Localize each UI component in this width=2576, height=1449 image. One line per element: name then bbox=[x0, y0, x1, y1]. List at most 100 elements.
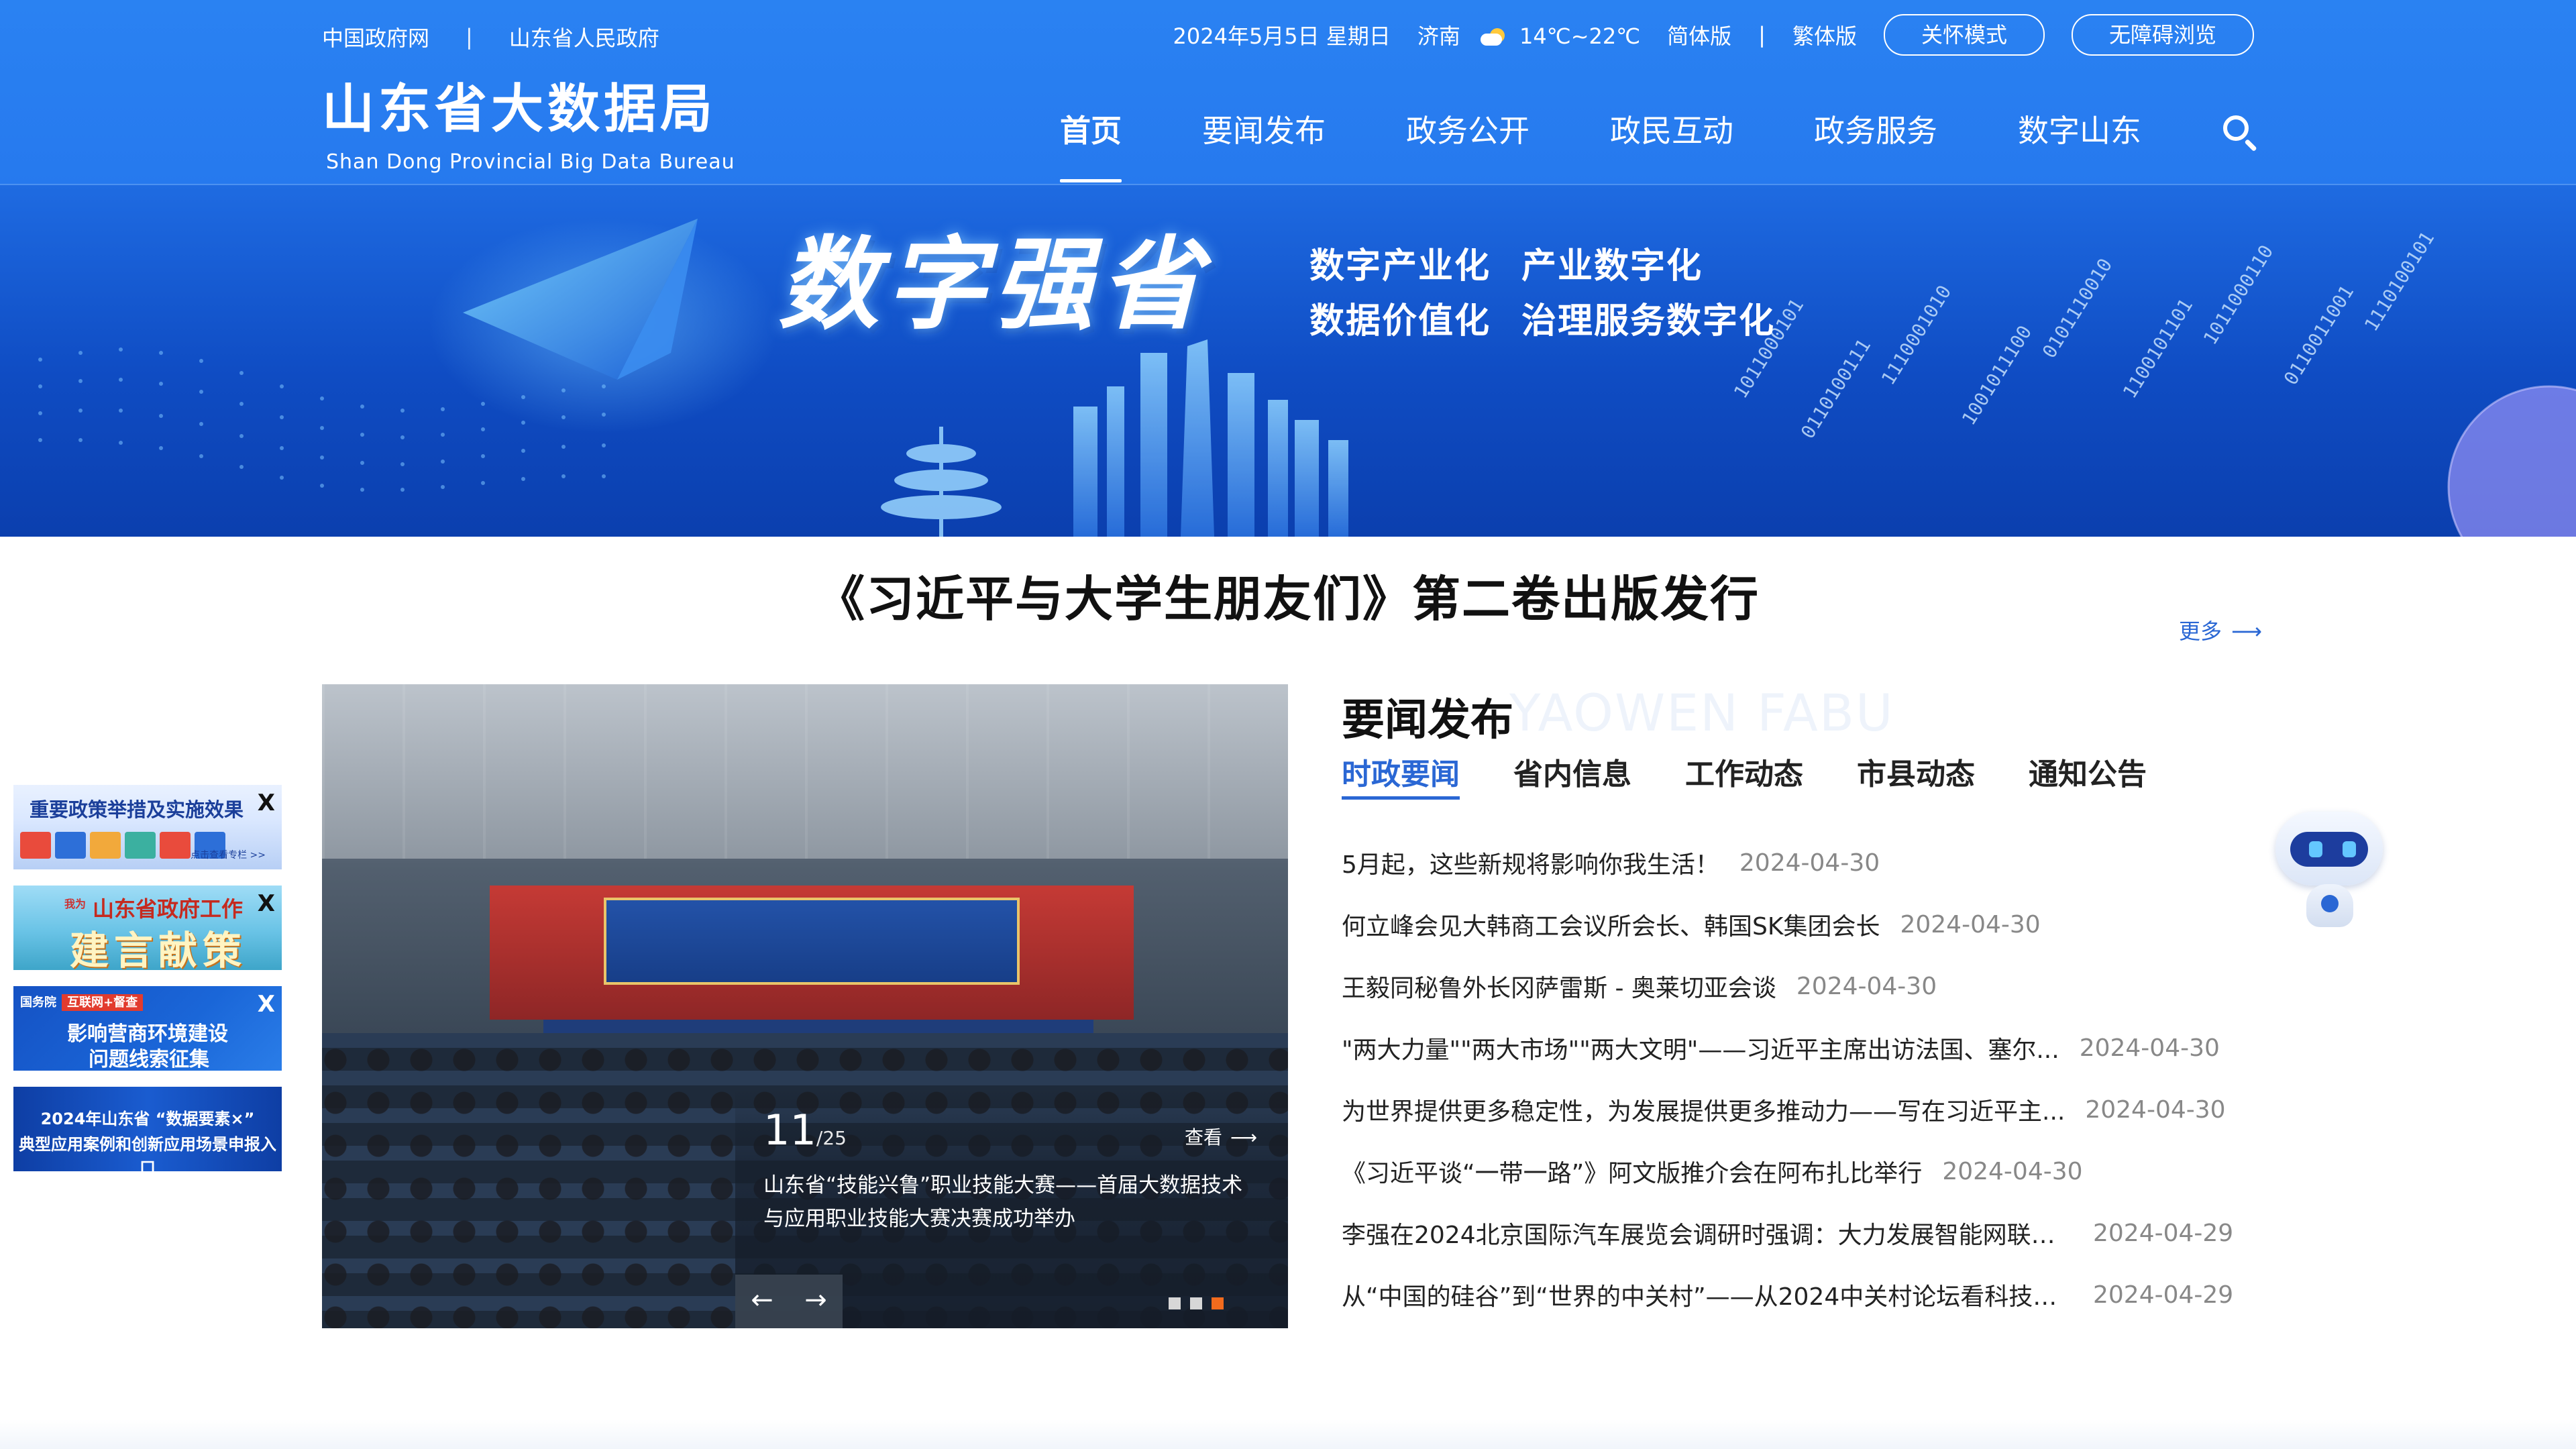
ad-title: 重要政策举措及实施效果 bbox=[30, 798, 244, 821]
link-shandong-gov[interactable]: 山东省人民政府 bbox=[509, 21, 659, 52]
ad-line-2: 问题线索征集 bbox=[89, 1048, 209, 1071]
robot-chest-logo bbox=[2321, 895, 2339, 912]
link-gov-cn[interactable]: 中国政府网 bbox=[322, 21, 429, 52]
ad-policy-effects[interactable]: 重要政策举措及实施效果 点击查看专栏 >> X bbox=[13, 785, 282, 869]
news-title-watermark: YAOWEN FABU bbox=[1509, 683, 1894, 743]
weather-widget: 济南 14℃~22℃ bbox=[1417, 19, 1640, 50]
more-link[interactable]: 更多 ⟶ bbox=[2179, 614, 2262, 645]
news-title: 要闻发布 bbox=[1342, 696, 1513, 745]
close-icon[interactable]: X bbox=[258, 993, 275, 1016]
news-item-title: "两大力量""两大市场""两大文明"——习近平主席出访法国、塞尔... bbox=[1342, 1036, 2059, 1064]
close-icon[interactable]: X bbox=[258, 892, 275, 915]
arrow-right-icon: ⟶ bbox=[1230, 1126, 1258, 1148]
close-icon[interactable]: X bbox=[258, 792, 275, 814]
svg-text:0101110010: 0101110010 bbox=[2038, 254, 2116, 362]
partly-cloudy-icon bbox=[1479, 27, 1510, 48]
ad-tag-badge: 互联网+督查 bbox=[62, 994, 144, 1011]
carousel-dot[interactable] bbox=[1169, 1297, 1181, 1309]
news-item-date: 2024-04-30 bbox=[2079, 1034, 2220, 1062]
main-navigation: 首页 要闻发布 政务公开 政民互动 政务服务 数字山东 bbox=[1060, 107, 2222, 185]
search-icon[interactable] bbox=[2220, 113, 2258, 152]
banner-line-item: 治理服务数字化 bbox=[1521, 301, 1776, 341]
nav-gov-affairs-public[interactable]: 政务公开 bbox=[1406, 107, 1529, 185]
banner-line-item: 数字产业化 bbox=[1309, 246, 1491, 286]
bottom-band bbox=[0, 1419, 2576, 1449]
carousel-dot[interactable] bbox=[1212, 1297, 1224, 1309]
tab-work-updates[interactable]: 工作动态 bbox=[1685, 750, 1803, 804]
simplified-chinese-link[interactable]: 简体版 bbox=[1667, 19, 1731, 50]
news-item-title: 何立峰会见大韩商工会议所会长、韩国SK集团会长 bbox=[1342, 913, 1880, 941]
carousel-photo-ceiling bbox=[322, 684, 1288, 859]
nav-gov-services[interactable]: 政务服务 bbox=[1814, 107, 1937, 185]
carousel-arrows: ← → bbox=[735, 1275, 843, 1328]
site-logo[interactable]: 山东省大数据局 Shan Dong Provincial Big Data Bu… bbox=[322, 79, 735, 174]
top-links-separator: | bbox=[466, 24, 473, 50]
top-info: 2024年5月5日 星期日 济南 14℃~22℃ 简体版 | 繁体版 关怀模式 … bbox=[1146, 14, 2254, 56]
news-list: 5月起，这些新规将影响你我生活！ 2024-04-30 何立峰会见大韩商工会议所会… bbox=[1342, 832, 2254, 1326]
robot-eye bbox=[2343, 841, 2356, 857]
ad-suggestions[interactable]: 我为 山东省政府工作 建言献策 X bbox=[13, 885, 282, 970]
ad-data-elements[interactable]: 2024年山东省 “数据要素×” 典型应用案例和创新应用场景申报入口 bbox=[13, 1087, 282, 1171]
nav-home[interactable]: 首页 bbox=[1060, 107, 1122, 185]
banner-line-item: 数据价值化 bbox=[1309, 301, 1491, 341]
carousel-dot[interactable] bbox=[1190, 1297, 1202, 1309]
accessible-browse-button[interactable]: 无障碍浏览 bbox=[2071, 14, 2254, 56]
svg-text:1011000110: 1011000110 bbox=[2199, 241, 2277, 348]
weather-temperature: 14℃~22℃ bbox=[1519, 23, 1641, 49]
tab-notices[interactable]: 通知公告 bbox=[2029, 750, 2147, 804]
logo-chinese-name: 山东省大数据局 bbox=[322, 79, 717, 140]
carousel-caption[interactable]: 山东省“技能兴鲁”职业技能大赛——首届大数据技术与应用职业技能大赛决赛成功举办 bbox=[763, 1169, 1260, 1236]
news-list-item[interactable]: 何立峰会见大韩商工会议所会长、韩国SK集团会长 2024-04-30 bbox=[1342, 894, 2254, 955]
svg-text:1001011100: 1001011100 bbox=[1957, 321, 2036, 429]
news-list-item[interactable]: 《习近平谈“一带一路”》阿文版推介会在阿布扎比举行 2024-04-30 bbox=[1342, 1140, 2254, 1202]
news-tabs: 时政要闻 省内信息 工作动态 市县动态 通知公告 bbox=[1342, 750, 2254, 804]
top-bar: 中国政府网 | 山东省人民政府 2024年5月5日 星期日 济南 14℃~22℃… bbox=[322, 14, 2254, 56]
news-item-title: 为世界提供更多稳定性，为发展提供更多推动力——写在习近平主... bbox=[1342, 1098, 2065, 1126]
news-item-date: 2024-04-29 bbox=[2093, 1219, 2234, 1247]
traditional-chinese-link[interactable]: 繁体版 bbox=[1792, 19, 1857, 50]
ad-slogan: 建言献策 bbox=[70, 928, 248, 970]
news-list-item[interactable]: 5月起，这些新规将影响你我生活！ 2024-04-30 bbox=[1342, 832, 2254, 894]
news-list-item[interactable]: 王毅同秘鲁外长冈萨雷斯 - 奥莱切亚会谈 2024-04-30 bbox=[1342, 955, 2254, 1017]
banner-slogan-lines: 数字产业化 产业数字化 数据价值化 治理服务数字化 bbox=[1309, 239, 1806, 349]
next-arrow-icon[interactable]: → bbox=[789, 1275, 843, 1328]
ad-line-2: 典型应用案例和创新应用场景申报入口 bbox=[19, 1135, 276, 1171]
news-list-item[interactable]: 从“中国的硅谷”到“世界的中关村”——从2024中关村论坛看科技创新 2024-0… bbox=[1342, 1264, 2254, 1326]
news-list-item[interactable]: "两大力量""两大市场""两大文明"——习近平主席出访法国、塞尔... 2024-… bbox=[1342, 1017, 2254, 1079]
nav-gov-public-interaction[interactable]: 政民互动 bbox=[1610, 107, 1733, 185]
news-item-title: 5月起，这些新规将影响你我生活！ bbox=[1342, 851, 1719, 879]
view-label: 查看 bbox=[1185, 1126, 1223, 1148]
banner-decoration: 1011000101 0110100111 1110001010 1001011… bbox=[38, 219, 2576, 537]
robot-assistant-icon[interactable] bbox=[2267, 809, 2388, 930]
news-list-item[interactable]: 为世界提供更多稳定性，为发展提供更多推动力——写在习近平主... 2024-04-… bbox=[1342, 1079, 2254, 1140]
top-links: 中国政府网 | 山东省人民政府 bbox=[322, 21, 659, 52]
nav-news-release[interactable]: 要闻发布 bbox=[1202, 107, 1326, 185]
news-item-title: 从“中国的硅谷”到“世界的中关村”——从2024中关村论坛看科技创新 bbox=[1342, 1283, 2073, 1311]
news-item-date: 2024-04-29 bbox=[2093, 1281, 2234, 1309]
carousel-dots bbox=[1169, 1297, 1224, 1309]
tab-city-county-updates[interactable]: 市县动态 bbox=[1857, 750, 1975, 804]
ad-tag-label: 国务院 bbox=[20, 996, 56, 1010]
carousel-total: /25 bbox=[816, 1127, 847, 1149]
news-item-date: 2024-04-30 bbox=[1942, 1157, 2083, 1185]
more-label: 更多 bbox=[2179, 619, 2222, 644]
news-carousel[interactable]: 11/25 查看 ⟶ 山东省“技能兴鲁”职业技能大赛——首届大数据技术与应用职业技… bbox=[322, 684, 1288, 1328]
svg-text:0110011001: 0110011001 bbox=[2279, 281, 2358, 388]
carousel-view-link[interactable]: 查看 ⟶ bbox=[1185, 1123, 1257, 1150]
svg-text:1110100101: 1110100101 bbox=[2360, 227, 2438, 335]
banner-image: 1011000101 0110100111 1110001010 1001011… bbox=[0, 185, 2576, 537]
prev-arrow-icon[interactable]: ← bbox=[735, 1275, 789, 1328]
ad-business-environment[interactable]: 国务院 互联网+督查 影响营商环境建设 问题线索征集 X bbox=[13, 986, 282, 1071]
svg-text:1100101101: 1100101101 bbox=[2118, 294, 2197, 402]
news-item-title: 《习近平谈“一带一路”》阿文版推介会在阿布扎比举行 bbox=[1342, 1160, 1923, 1187]
tab-political-news[interactable]: 时政要闻 bbox=[1342, 750, 1460, 804]
ad-prefix: 我为 bbox=[64, 898, 87, 910]
carousel-photo-board bbox=[604, 898, 1020, 985]
care-mode-button[interactable]: 关怀模式 bbox=[1883, 14, 2045, 56]
news-list-item[interactable]: 李强在2024北京国际汽车展览会调研时强调：大力发展智能网联新... 2024-0… bbox=[1342, 1202, 2254, 1264]
ad-tag: 国务院 互联网+督查 bbox=[20, 993, 144, 1011]
tab-provincial-info[interactable]: 省内信息 bbox=[1513, 750, 1631, 804]
robot-visor bbox=[2290, 832, 2368, 867]
nav-digital-shandong[interactable]: 数字山东 bbox=[2018, 107, 2141, 185]
ad-line-1: 2024年山东省 “数据要素×” bbox=[40, 1110, 255, 1128]
